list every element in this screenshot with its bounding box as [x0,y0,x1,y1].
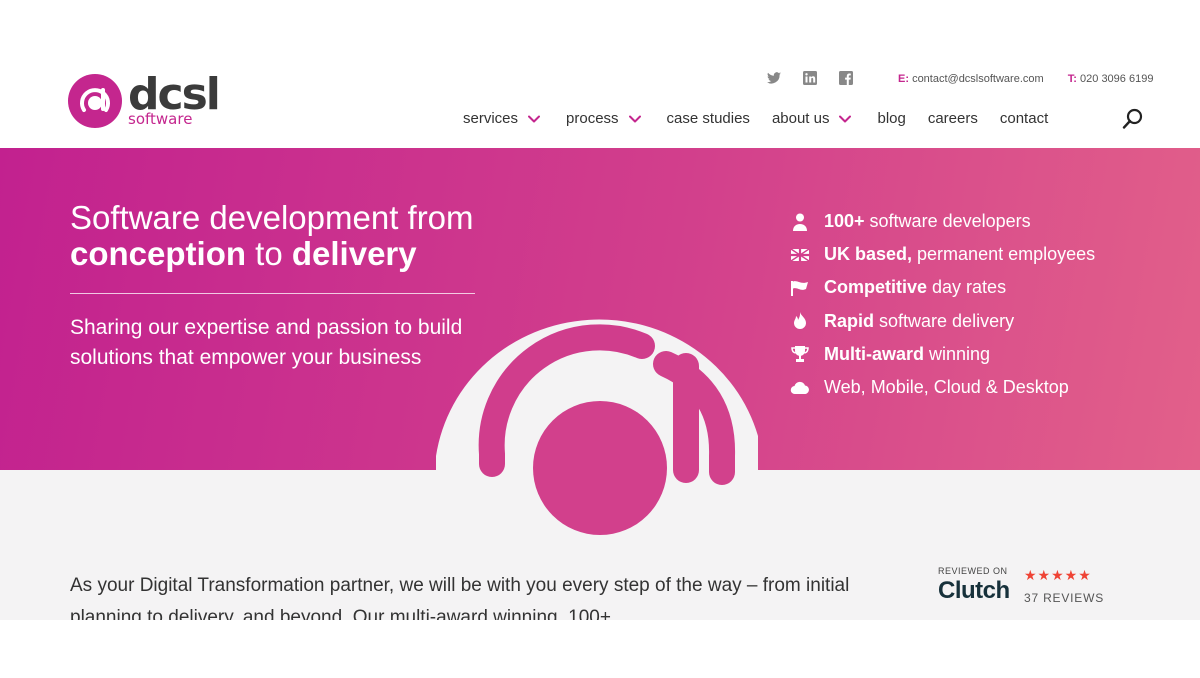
nav-case-studies[interactable]: case studies [667,110,750,127]
phone-label: T: [1067,73,1077,85]
feature-item: UK based, permanent employees [790,238,1095,271]
feature-text: software delivery [874,310,1015,331]
page: dcsl software E: contact@dcslsoftware.co… [0,0,1200,678]
feature-bold: UK based, [824,244,913,265]
facebook-icon[interactable] [838,70,854,86]
hero-title-line1: Software development from [70,199,474,236]
feature-bold: Competitive [824,277,928,298]
nav-careers[interactable]: careers [928,110,978,127]
star-rating-icon: ★★★★★ [1024,567,1092,583]
feature-item: 100+ software developers [790,205,1095,238]
flame-icon [794,312,806,330]
feature-text: winning [924,343,991,364]
clutch-logo: Clutch [938,577,1010,604]
flag-icon [791,280,808,296]
feature-text: permanent employees [912,244,1096,265]
linkedin-icon[interactable] [802,70,818,86]
feature-bold: Multi-award [824,343,925,364]
twitter-icon[interactable] [766,70,782,86]
hero-divider [70,293,475,294]
nav-about-us[interactable]: about us [772,110,852,127]
nav-contact-label: contact [999,110,1049,127]
nav-contact[interactable]: contact [1000,110,1048,127]
feature-bold: Rapid [824,310,875,331]
clutch-badge[interactable]: REVIEWED ON Clutch ★★★★★ 37 REVIEWS [938,566,1103,605]
chevron-down-icon [839,115,852,122]
contact-info: E: contact@dcslsoftware.com T: 020 3096 … [898,73,1153,85]
dcsl-mark-icon [68,74,122,128]
hero-title-mid: to [246,235,292,272]
hero-title: Software development from conception to … [70,200,474,272]
dcsl-logo[interactable]: dcsl software [68,68,221,128]
feature-text: software developers [864,211,1031,232]
nav-services[interactable]: services [463,110,541,127]
email-label: E: [898,73,909,85]
viewport-cutoff [0,620,1200,678]
logo-wordmark: dcsl [128,68,221,120]
search-icon[interactable] [1122,108,1144,130]
feature-bold: 100+ [824,211,865,232]
phone-link[interactable]: 020 3096 6199 [1080,73,1153,85]
feature-text: Web, Mobile, Cloud & Desktop [824,377,1069,398]
nav-services-label: services [463,110,519,127]
clutch-reviewed-label: REVIEWED ON [938,566,1008,576]
nav-process[interactable]: process [566,110,641,127]
chevron-down-icon [528,115,541,122]
clutch-review-count: 37 REVIEWS [1024,591,1105,605]
social-links [766,70,854,86]
nav-careers-label: careers [927,110,978,127]
feature-item: Web, Mobile, Cloud & Desktop [790,371,1095,404]
nav-about-us-label: about us [771,110,830,127]
chevron-down-icon [628,115,641,122]
feature-item: Rapid software delivery [790,305,1095,338]
hero-title-bold1: conception [70,235,247,272]
feature-item: Multi-award winning [790,338,1095,371]
person-icon [793,213,807,231]
main-nav: services process case studies about us b… [463,110,1070,127]
nav-case-studies-label: case studies [666,110,750,127]
nav-blog[interactable]: blog [877,110,905,127]
cloud-icon [790,381,809,394]
feature-item: Competitive day rates [790,271,1095,304]
nav-blog-label: blog [877,110,906,127]
feature-text: day rates [927,277,1007,298]
uk-flag-icon [790,248,810,262]
feature-list: 100+ software developers UK based, perma… [790,205,1095,404]
email-link[interactable]: contact@dcslsoftware.com [912,73,1044,85]
trophy-icon [791,346,809,363]
hero-subtitle: Sharing our expertise and passion to bui… [70,316,463,369]
hero-title-bold2: delivery [291,235,417,272]
nav-process-label: process [566,110,619,127]
